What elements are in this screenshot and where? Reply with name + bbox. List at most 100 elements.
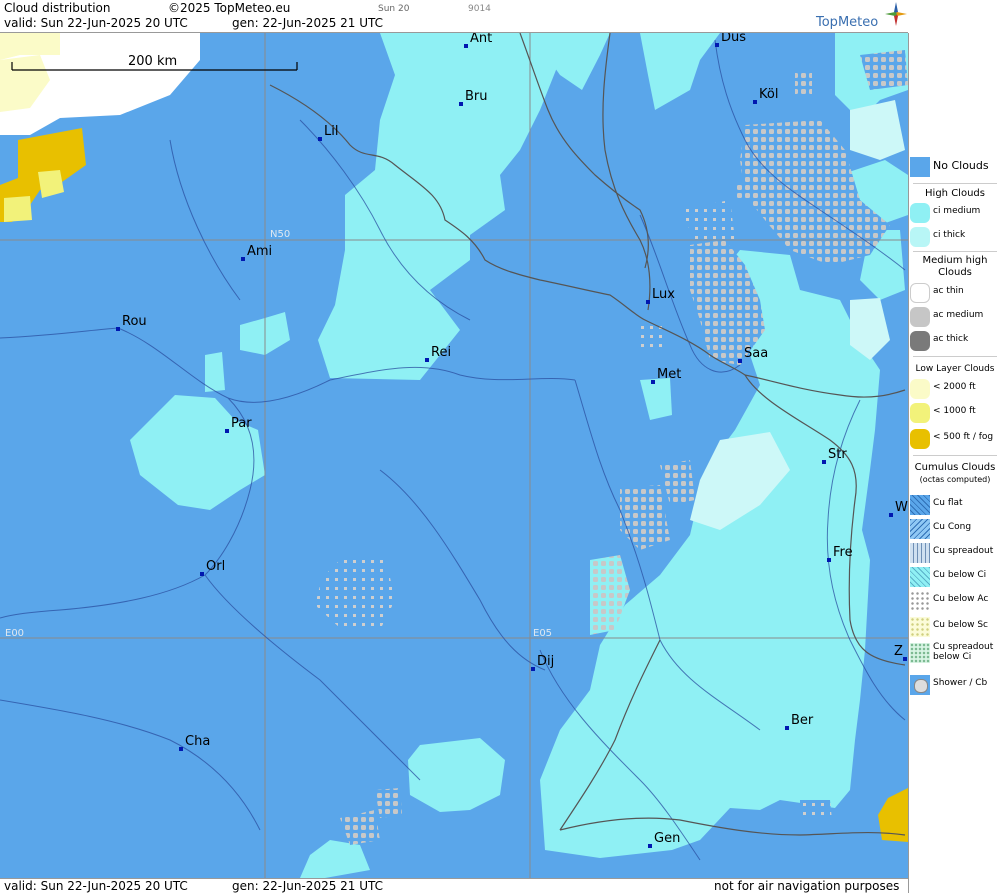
city-marker-bru bbox=[459, 102, 463, 106]
city-marker-par bbox=[225, 429, 229, 433]
ac-thin-swatch bbox=[910, 283, 930, 303]
city-marker-köl bbox=[753, 100, 757, 104]
city-label-lil: Lil bbox=[324, 124, 338, 139]
scale-bar-label: 200 km bbox=[128, 54, 177, 69]
gen-time: gen: 22-Jun-2025 21 UTC bbox=[232, 16, 384, 30]
low-2000-swatch bbox=[910, 379, 930, 399]
city-marker-orl bbox=[200, 572, 204, 576]
footer-valid-time: valid: Sun 22-Jun-2025 20 UTC bbox=[4, 879, 188, 893]
grid-label-lon-east: E05 bbox=[533, 628, 552, 639]
legend-cu-below-ci: Cu below Ci bbox=[909, 565, 1000, 589]
topmeteo-logo-text: TopMeteo bbox=[816, 15, 879, 30]
no-clouds-swatch bbox=[910, 157, 930, 177]
city-marker-cha bbox=[179, 747, 183, 751]
cu-below-ci-swatch bbox=[910, 567, 930, 587]
grid-label-lat: N50 bbox=[270, 229, 290, 240]
grid-label-lon-west: E00 bbox=[5, 628, 24, 639]
city-label-cha: Cha bbox=[185, 734, 210, 749]
city-label-köl: Köl bbox=[759, 87, 778, 102]
legend-cu-spread: Cu spreadout bbox=[909, 541, 1000, 565]
ci-thick-swatch bbox=[910, 227, 930, 247]
cu-below-sc-swatch bbox=[910, 617, 930, 637]
legend-ac-medium: ac medium bbox=[909, 305, 1000, 329]
city-marker-dij bbox=[531, 667, 535, 671]
legend-no-clouds: No Clouds bbox=[909, 155, 1000, 179]
legend-ci-thick: ci thick bbox=[909, 225, 1000, 249]
cu-below-ac-swatch bbox=[910, 591, 930, 611]
ac-thick-swatch bbox=[910, 331, 930, 351]
city-label-bru: Bru bbox=[465, 89, 488, 104]
city-label-ami: Ami bbox=[247, 244, 272, 259]
cu-spread-ci-swatch bbox=[910, 643, 930, 663]
legend-cu-flat: Cu flat bbox=[909, 493, 1000, 517]
city-label-rou: Rou bbox=[122, 314, 147, 329]
city-marker-ant bbox=[464, 44, 468, 48]
legend-low-1000: < 1000 ft bbox=[909, 401, 1000, 425]
city-marker-gen bbox=[648, 844, 652, 848]
map-canvas: N50 E00 E05 200 km Ant Düs Bru Köl Lil Ami Rou… bbox=[0, 33, 908, 878]
ci-medium-swatch bbox=[910, 203, 930, 223]
city-marker-lux bbox=[646, 300, 650, 304]
city-label-fre: Fre bbox=[833, 545, 853, 560]
legend-ac-thick: ac thick bbox=[909, 329, 1000, 353]
city-marker-fre bbox=[827, 558, 831, 562]
low-1000-swatch bbox=[910, 403, 930, 423]
city-label-z: Z bbox=[894, 644, 903, 659]
legend-low-500: < 500 ft / fog bbox=[909, 427, 1000, 451]
legend-cu-head: Cumulus Clouds (octas computed) bbox=[914, 462, 996, 484]
city-label-par: Par bbox=[231, 416, 252, 431]
city-marker-met bbox=[651, 380, 655, 384]
city-marker-w bbox=[889, 513, 893, 517]
city-marker-rei bbox=[425, 358, 429, 362]
valid-time: valid: Sun 22-Jun-2025 20 UTC bbox=[4, 16, 188, 30]
city-marker-ami bbox=[241, 257, 245, 261]
cloud-map[interactable]: N50 E00 E05 200 km Ant Düs Bru Köl Lil Ami Rou… bbox=[0, 33, 908, 878]
low-500-swatch bbox=[910, 429, 930, 449]
cu-cong-swatch bbox=[910, 519, 930, 539]
city-marker-rou bbox=[116, 327, 120, 331]
footer-disclaimer: not for air navigation purposes bbox=[714, 879, 900, 893]
city-label-düs: Düs bbox=[721, 33, 746, 45]
cu-spread-swatch bbox=[910, 543, 930, 563]
city-marker-düs bbox=[715, 43, 719, 47]
ac-medium-swatch bbox=[910, 307, 930, 327]
map-title: Cloud distribution bbox=[4, 1, 111, 15]
legend-shower: Shower / Cb bbox=[909, 673, 1000, 697]
city-label-met: Met bbox=[657, 367, 681, 382]
footer-gen-time: gen: 22-Jun-2025 21 UTC bbox=[232, 879, 384, 893]
city-label-ber: Ber bbox=[791, 713, 814, 728]
city-label-gen: Gen bbox=[654, 831, 680, 846]
run-label: Sun 20 bbox=[378, 4, 410, 14]
code-label: 9014 bbox=[468, 4, 491, 14]
copyright: ©2025 TopMeteo.eu bbox=[168, 1, 291, 15]
map-footer: valid: Sun 22-Jun-2025 20 UTC gen: 22-Ju… bbox=[0, 878, 908, 894]
city-marker-saa bbox=[738, 359, 742, 363]
legend-low-head: Low Layer Clouds bbox=[915, 364, 995, 374]
legend-cu-spread-ci: Cu spreadout below Ci bbox=[909, 641, 1000, 671]
legend-cu-below-ac: Cu below Ac bbox=[909, 589, 1000, 613]
city-label-str: Str bbox=[828, 447, 847, 462]
city-label-orl: Orl bbox=[206, 559, 225, 574]
shower-swatch bbox=[910, 675, 930, 695]
legend-high-head: High Clouds bbox=[925, 188, 985, 199]
city-marker-ber bbox=[785, 726, 789, 730]
city-marker-lil bbox=[318, 137, 322, 141]
legend-medium-head: Medium high Clouds bbox=[922, 255, 988, 278]
city-label-dij: Dij bbox=[537, 654, 554, 669]
legend-panel: No Clouds High Clouds ci medium ci thick… bbox=[908, 33, 1000, 893]
legend-cu-below-sc: Cu below Sc bbox=[909, 615, 1000, 639]
legend-ac-thin: ac thin bbox=[909, 281, 1000, 305]
city-label-lux: Lux bbox=[652, 287, 675, 302]
city-marker-z bbox=[903, 657, 907, 661]
city-label-saa: Saa bbox=[744, 346, 768, 361]
city-label-ant: Ant bbox=[470, 33, 492, 46]
legend-ci-medium: ci medium bbox=[909, 201, 1000, 225]
cu-flat-swatch bbox=[910, 495, 930, 515]
legend-low-2000: < 2000 ft bbox=[909, 377, 1000, 401]
compass-logo-icon bbox=[885, 2, 907, 26]
city-label-w: W bbox=[895, 500, 908, 515]
legend-cu-cong: Cu Cong bbox=[909, 517, 1000, 541]
map-header: Cloud distribution ©2025 TopMeteo.eu Sun… bbox=[0, 0, 908, 33]
city-marker-str bbox=[822, 460, 826, 464]
city-label-rei: Rei bbox=[431, 345, 451, 360]
